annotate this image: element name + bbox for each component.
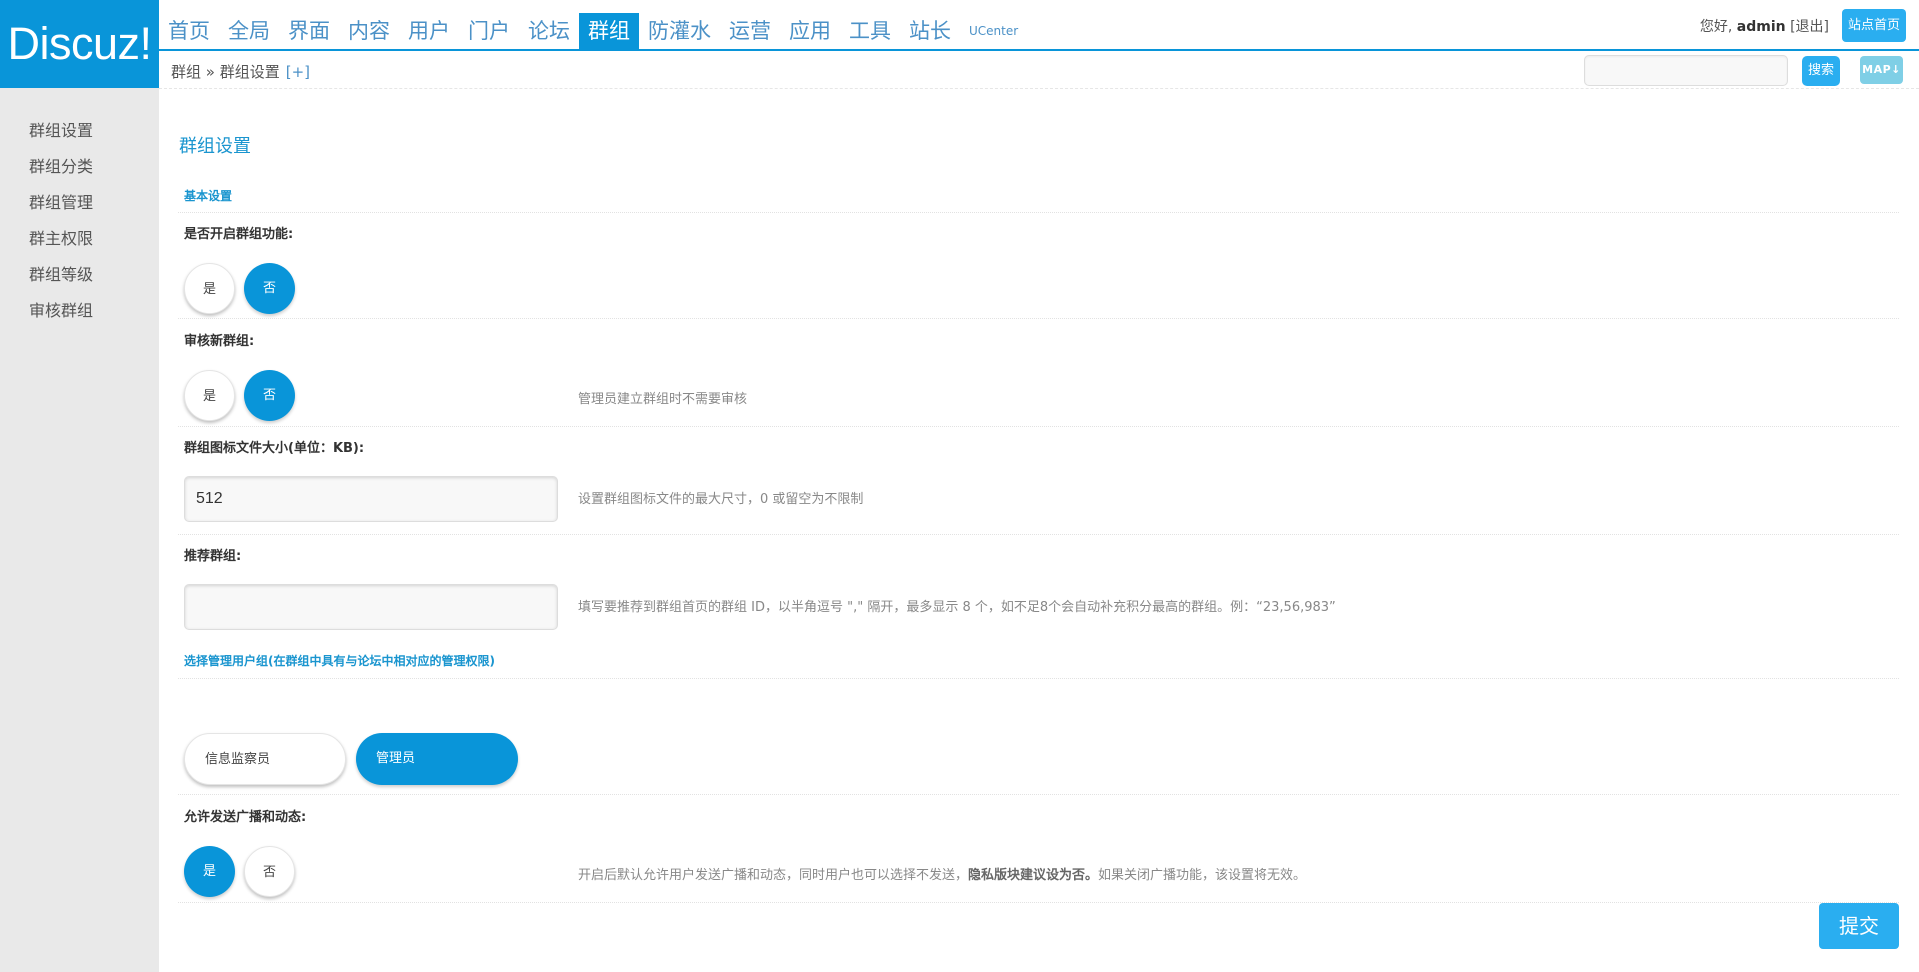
broadcast-label: 允许发送广播和动态: xyxy=(184,810,307,825)
recommend-groups-label: 推荐群组: xyxy=(184,549,242,564)
enable-groups-no[interactable]: 否 xyxy=(244,263,295,314)
divider xyxy=(178,318,1899,319)
icon-size-label: 群组图标文件大小(单位：KB): xyxy=(184,441,365,456)
broadcast-hint-part2: 如果关闭广播功能，该设置将无效。 xyxy=(1098,868,1307,883)
user-area: 您好, admin [退出] xyxy=(1700,16,1829,36)
breadcrumb-text: 群组 » 群组设置 xyxy=(171,63,280,81)
divider xyxy=(178,678,1899,679)
broadcast-yes[interactable]: 是 xyxy=(184,846,235,897)
nav-items: 首页 全局 界面 内容 用户 门户 论坛 群组 防灌水 运营 应用 工具 站长 … xyxy=(159,13,1027,50)
broadcast-no[interactable]: 否 xyxy=(244,846,295,897)
divider xyxy=(178,212,1899,213)
nav-operations[interactable]: 运营 xyxy=(720,13,780,50)
broadcast-hint: 开启后默认允许用户发送广播和动态，同时用户也可以选择不发送，隐私版块建议设为否。… xyxy=(578,864,1306,883)
nav-apps[interactable]: 应用 xyxy=(780,13,840,50)
nav-home[interactable]: 首页 xyxy=(159,13,219,50)
divider xyxy=(178,902,1899,903)
enable-groups-label: 是否开启群组功能: xyxy=(184,227,294,242)
sidebar: 群组设置 群组分类 群组管理 群主权限 群组等级 审核群组 xyxy=(0,88,159,972)
nav-users[interactable]: 用户 xyxy=(399,13,459,50)
sidebar-item-audit-groups[interactable]: 审核群组 xyxy=(0,299,159,335)
sidebar-item-group-settings[interactable]: 群组设置 xyxy=(0,119,159,155)
nav-anti-spam[interactable]: 防灌水 xyxy=(639,13,720,50)
search-button[interactable]: 搜索 xyxy=(1802,56,1840,86)
divider xyxy=(178,426,1899,427)
logo: Discuz! xyxy=(0,0,159,88)
main-content: 群组设置 基本设置 是否开启群组功能: 是 否 审核新群组: 是 否 管理员建立… xyxy=(178,88,1899,972)
usergroup-inspector-option[interactable]: 信息监察员 xyxy=(184,733,346,785)
submit-button[interactable]: 提交 xyxy=(1819,903,1899,949)
sidebar-item-group-management[interactable]: 群组管理 xyxy=(0,191,159,227)
nav-portal[interactable]: 门户 xyxy=(459,13,519,50)
audit-groups-no[interactable]: 否 xyxy=(244,370,295,421)
usergroup-admin-option[interactable]: 管理员 xyxy=(356,733,518,785)
sidebar-item-group-categories[interactable]: 群组分类 xyxy=(0,155,159,191)
nav-content[interactable]: 内容 xyxy=(339,13,399,50)
divider xyxy=(178,534,1899,535)
username: admin xyxy=(1736,19,1786,35)
nav-ucenter[interactable]: UCenter xyxy=(960,13,1027,50)
audit-groups-hint: 管理员建立群组时不需要审核 xyxy=(578,392,748,407)
search-input[interactable] xyxy=(1584,55,1788,86)
recommend-groups-input[interactable] xyxy=(184,584,558,630)
nav-webmaster[interactable]: 站长 xyxy=(900,13,960,50)
audit-groups-yes[interactable]: 是 xyxy=(184,370,235,421)
enable-groups-yes[interactable]: 是 xyxy=(184,263,235,314)
logout-link[interactable]: [退出] xyxy=(1790,19,1829,35)
nav-tools[interactable]: 工具 xyxy=(840,13,900,50)
section-basic-settings: 基本设置 xyxy=(184,189,233,203)
nav-forum[interactable]: 论坛 xyxy=(519,13,579,50)
sub-bar: 群组 » 群组设置 [+] 搜索 MAP↓ xyxy=(159,53,1919,89)
add-shortcut-link[interactable]: [+] xyxy=(286,63,310,81)
recommend-groups-hint: 填写要推荐到群组首页的群组 ID，以半角逗号 "," 隔开，最多显示 8 个，如… xyxy=(578,600,1336,615)
sidebar-item-owner-permissions[interactable]: 群主权限 xyxy=(0,227,159,263)
section-manage-usergroups: 选择管理用户组(在群组中具有与论坛中相对应的管理权限) xyxy=(184,654,495,668)
divider xyxy=(178,794,1899,795)
icon-size-input[interactable] xyxy=(184,476,558,522)
sidebar-item-group-levels[interactable]: 群组等级 xyxy=(0,263,159,299)
nav-groups[interactable]: 群组 xyxy=(579,13,639,50)
map-button[interactable]: MAP↓ xyxy=(1860,56,1903,84)
broadcast-hint-emphasis: 隐私版块建议设为否。 xyxy=(968,868,1099,883)
nav-global[interactable]: 全局 xyxy=(219,13,279,50)
nav-interface[interactable]: 界面 xyxy=(279,13,339,50)
site-home-button[interactable]: 站点首页 xyxy=(1842,9,1906,42)
icon-size-hint: 设置群组图标文件的最大尺寸，0 或留空为不限制 xyxy=(578,492,864,507)
audit-groups-label: 审核新群组: xyxy=(184,334,255,349)
top-navigation: 首页 全局 界面 内容 用户 门户 论坛 群组 防灌水 运营 应用 工具 站长 … xyxy=(159,0,1919,51)
breadcrumb: 群组 » 群组设置 [+] xyxy=(171,61,310,82)
broadcast-hint-part1: 开启后默认允许用户发送广播和动态，同时用户也可以选择不发送， xyxy=(578,868,969,883)
page-title: 群组设置 xyxy=(179,136,251,157)
greeting: 您好, xyxy=(1699,19,1733,35)
